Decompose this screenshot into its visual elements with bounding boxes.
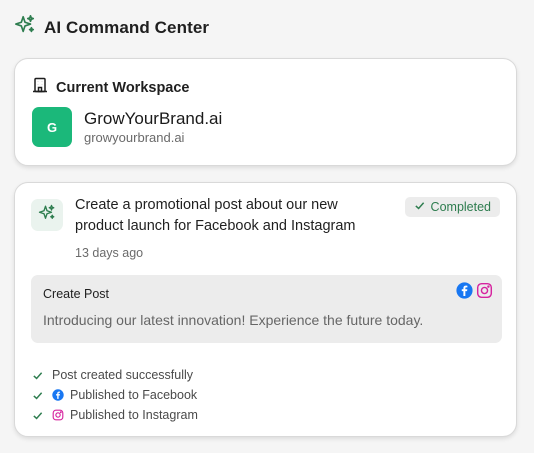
step-item: Post created successfully xyxy=(32,365,198,385)
workspace-label: Current Workspace xyxy=(56,79,190,96)
step-item: Published to Instagram xyxy=(32,405,198,425)
step-label: Post created successfully xyxy=(52,368,194,382)
check-icon xyxy=(32,370,52,381)
workspace-avatar: G xyxy=(32,107,72,147)
sparkles-icon xyxy=(38,204,56,227)
check-icon xyxy=(414,200,425,214)
check-icon xyxy=(32,390,52,401)
post-title: Create Post xyxy=(43,287,110,301)
workspace-header: Current Workspace xyxy=(32,77,190,98)
sparkles-icon xyxy=(14,14,36,41)
command-timestamp: 13 days ago xyxy=(75,246,144,260)
step-label: Published to Facebook xyxy=(70,388,198,402)
workspace-name: GrowYourBrand.ai xyxy=(84,108,223,128)
workspace-domain: growyourbrand.ai xyxy=(84,129,185,145)
workspace-info[interactable]: G GrowYourBrand.ai growyourbrand.ai xyxy=(32,107,222,147)
status-badge: Completed xyxy=(404,197,500,217)
status-label: Completed xyxy=(430,200,491,214)
platform-icons xyxy=(456,282,493,304)
building-icon xyxy=(32,77,48,98)
page-title: AI Command Center xyxy=(44,17,210,37)
command-icon-box xyxy=(31,199,63,231)
command-text: Create a promotional post about our new … xyxy=(75,197,356,234)
instagram-icon xyxy=(476,282,493,304)
step-label: Published to Instagram xyxy=(70,408,198,422)
check-icon xyxy=(32,410,52,421)
instagram-icon xyxy=(52,409,70,421)
command-card[interactable]: Create a promotional post about our new … xyxy=(14,182,517,437)
step-list: Post created successfully Published to F… xyxy=(32,365,198,425)
page-header: AI Command Center xyxy=(14,14,209,41)
post-body: Introducing our latest innovation! Exper… xyxy=(43,312,424,328)
facebook-icon xyxy=(52,389,70,401)
facebook-icon xyxy=(456,282,473,304)
post-preview[interactable]: Create Post Introducing our latest innov… xyxy=(31,275,502,343)
workspace-card[interactable]: Current Workspace G GrowYourBrand.ai gro… xyxy=(14,58,517,166)
step-item: Published to Facebook xyxy=(32,385,198,405)
